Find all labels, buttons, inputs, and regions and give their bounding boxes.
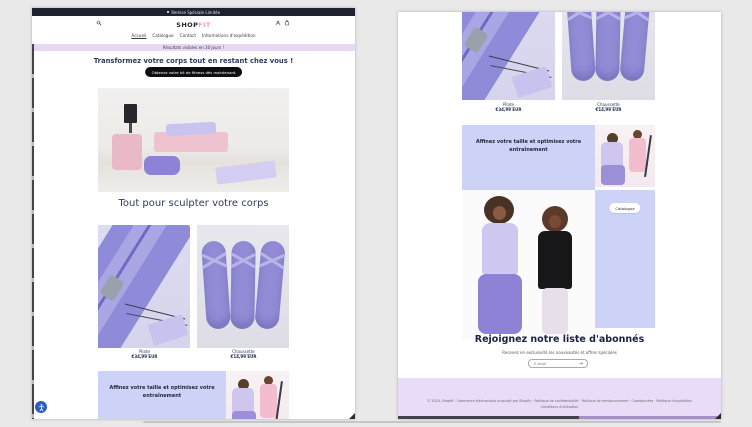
- horizontal-scrollbar[interactable]: [398, 416, 721, 420]
- newsletter-subheading: Recevez en exclusivité les nouveautés et…: [398, 350, 721, 355]
- product-price: €14,99 EUR: [562, 107, 655, 112]
- feature-image: [226, 371, 289, 419]
- newsletter-email-field[interactable]: →: [528, 359, 588, 368]
- scrollbar-thumb[interactable]: [398, 416, 579, 420]
- promo-banner: Résultats visibles en 30 jours !: [32, 44, 355, 51]
- product-price: €34,99 EUR: [98, 354, 191, 359]
- product-image-chaussette[interactable]: [197, 225, 289, 348]
- resize-corner-icon[interactable]: [349, 413, 355, 419]
- nav-item-expedition[interactable]: Informations d'expédition: [202, 33, 256, 38]
- feature-heading: Affinez votre taille et optimisez votre …: [462, 125, 595, 154]
- nav-item-contact[interactable]: Contact: [180, 33, 196, 38]
- catalogue-box: Catalogue: [595, 190, 655, 328]
- hero-cta-button[interactable]: Obtenez votre kit de fitness dès mainten…: [145, 67, 243, 77]
- product-price: €14,99 EUR: [197, 354, 290, 359]
- window-bottom-scrollbar[interactable]: [143, 421, 721, 423]
- product-image-chaussette[interactable]: [562, 12, 655, 100]
- email-input[interactable]: [529, 361, 573, 366]
- main-nav: Accueil Catalogue Contact Informations d…: [32, 33, 355, 38]
- workspace-canvas: Remise Spéciale Limitée SHOPFIT Accueil …: [0, 0, 752, 427]
- site-footer: © 2024, Shopfit · Commerce électronique …: [398, 378, 721, 416]
- nav-item-accueil[interactable]: Accueil: [131, 33, 146, 38]
- hero-image: [98, 88, 289, 192]
- account-icon[interactable]: [275, 20, 281, 26]
- footer-links-line[interactable]: © 2024, Shopfit · Commerce électronique …: [398, 399, 721, 403]
- store-logo[interactable]: SHOPFIT: [32, 21, 355, 29]
- nav-item-catalogue[interactable]: Catalogue: [152, 33, 173, 38]
- announcement-text: Remise Spéciale Limitée: [171, 10, 220, 15]
- feature-text-box: Affinez votre taille et optimisez votre …: [98, 371, 226, 419]
- announcement-icon: [167, 11, 170, 14]
- page-edge-markers: [32, 44, 34, 419]
- newsletter-heading: Rejoignez notre liste d'abonnés: [398, 334, 721, 345]
- left-page-view: Remise Spéciale Limitée SHOPFIT Accueil …: [32, 8, 355, 419]
- accessibility-icon[interactable]: [35, 401, 47, 413]
- feature-heading: Affinez votre taille et optimisez votre …: [98, 371, 226, 400]
- hero-heading: Transformez votre corps tout en restant …: [32, 57, 355, 65]
- announcement-bar: Remise Spéciale Limitée: [32, 8, 355, 16]
- newsletter-submit-icon[interactable]: →: [579, 361, 587, 367]
- resize-corner-icon[interactable]: [715, 413, 721, 419]
- collection-heading: Tout pour sculpter votre corps: [32, 198, 355, 209]
- catalogue-button[interactable]: Catalogue: [609, 203, 640, 213]
- footer-terms-line[interactable]: Conditions d'utilisation: [398, 405, 721, 409]
- catalogue-image: [462, 190, 595, 340]
- product-image-pilate[interactable]: [462, 12, 555, 100]
- right-page-view: Pilate Chaussette €34,99 EUR €14,99 EUR …: [398, 12, 721, 419]
- product-price: €34,99 EUR: [462, 107, 555, 112]
- feature-image: [595, 125, 655, 187]
- cart-icon[interactable]: [284, 20, 290, 26]
- product-image-pilate[interactable]: [98, 225, 190, 348]
